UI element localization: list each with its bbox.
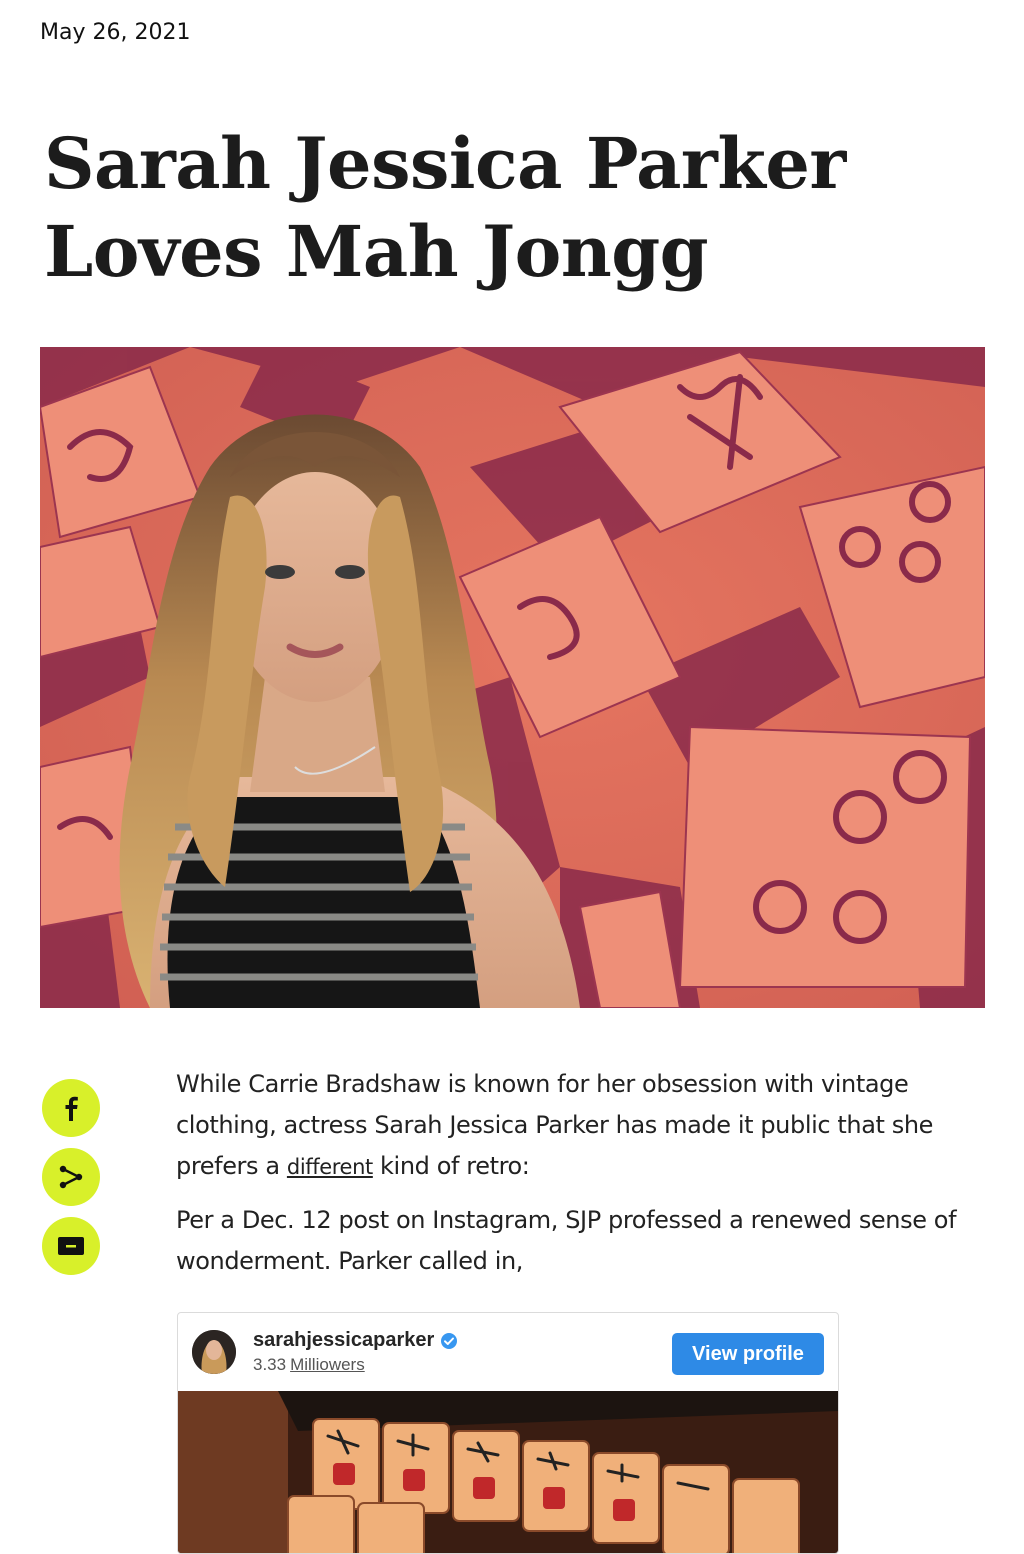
follower-count-value: 3.33 [253,1355,287,1374]
share-rail [42,1079,102,1286]
article-body: While Carrie Bradshaw is known for her o… [176,1064,996,1294]
article-title: Sarah Jessica Parker Loves Mah Jongg [44,122,846,293]
avatar[interactable] [192,1330,236,1374]
instagram-handle[interactable]: sarahjessicaparker [253,1329,434,1352]
instagram-header: sarahjessicaparker 3.33 Milliowers View p… [178,1313,838,1391]
instagram-meta: sarahjessicaparker 3.33 Milliowers [253,1329,458,1375]
hero-image [40,347,985,1008]
follower-count: 3.33 Milliowers [253,1355,458,1375]
share-icon [59,1165,83,1189]
facebook-share-button[interactable] [42,1079,100,1137]
share-button[interactable] [42,1148,100,1206]
email-share-button[interactable] [42,1217,100,1275]
paragraph-1: While Carrie Bradshaw is known for her o… [176,1064,996,1188]
follower-count-label[interactable]: Milliowers [290,1355,365,1374]
paragraph-1-tail: kind of retro: [372,1152,530,1180]
email-icon [58,1237,84,1255]
hero-illustration [40,347,985,1008]
mahjong-tiles-photo [178,1391,838,1553]
facebook-icon [65,1096,78,1121]
publish-date: May 26, 2021 [40,20,191,45]
instagram-photo[interactable] [178,1391,838,1553]
avatar-image [192,1330,236,1374]
verified-badge-icon [441,1332,458,1349]
handle-row: sarahjessicaparker [253,1329,458,1352]
view-profile-button[interactable]: View profile [672,1333,824,1375]
instagram-embed: sarahjessicaparker 3.33 Milliowers View p… [177,1312,839,1554]
paragraph-2: Per a Dec. 12 post on Instagram, SJP pro… [176,1206,957,1275]
different-link[interactable]: different [287,1155,373,1179]
